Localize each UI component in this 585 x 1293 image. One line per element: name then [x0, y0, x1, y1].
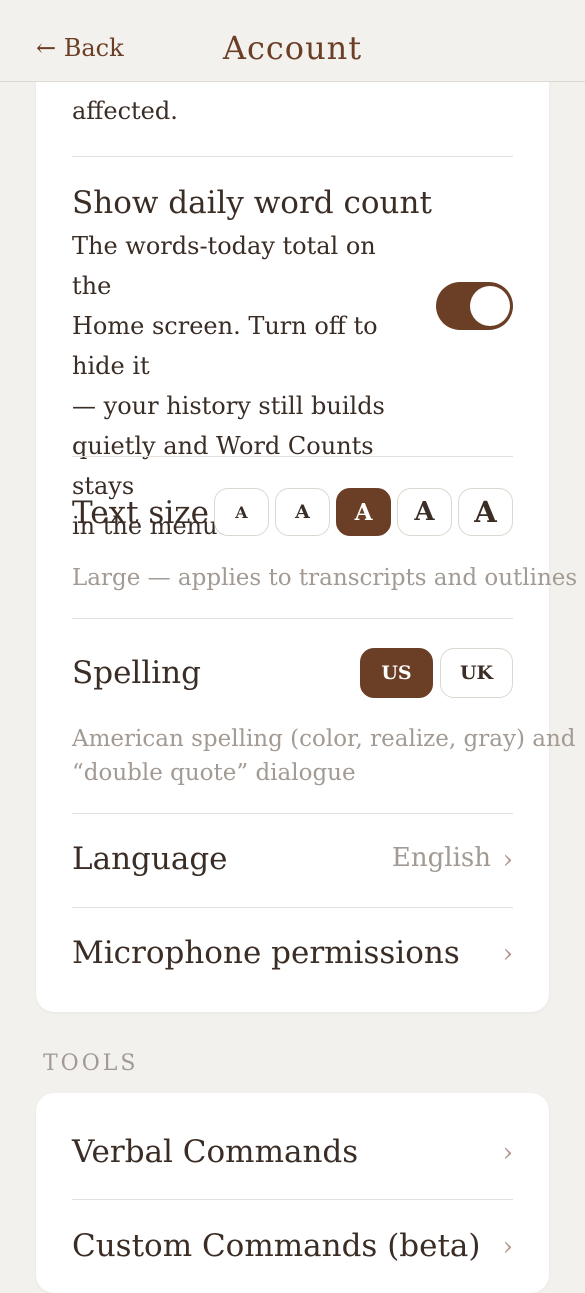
account-settings-card: affected. Show daily word count The word… [36, 50, 577, 1012]
divider [72, 156, 513, 157]
tools-card: Verbal Commands › Custom Commands (beta)… [36, 1093, 549, 1293]
spelling-option-uk[interactable]: UK [440, 648, 513, 698]
microphone-permissions-title: Microphone permissions [72, 935, 460, 971]
daily-word-count-title: Show daily word count [72, 185, 432, 221]
divider [72, 813, 513, 814]
spelling-options: US UK [360, 648, 513, 698]
divider [72, 907, 513, 908]
text-size-option-xs[interactable]: A [214, 488, 269, 536]
spelling-option-us[interactable]: US [360, 648, 433, 698]
toggle-knob [470, 286, 510, 326]
chevron-right-icon: › [502, 845, 513, 875]
text-size-option-xl[interactable]: A [397, 488, 452, 536]
daily-word-count-toggle[interactable] [436, 282, 513, 330]
language-value: English [391, 843, 491, 873]
chevron-right-icon: › [502, 1232, 513, 1262]
custom-commands-row[interactable]: Custom Commands (beta) › [72, 1227, 513, 1271]
chevron-right-icon: › [502, 1138, 513, 1168]
divider [72, 456, 513, 457]
previous-setting-description: affected. [72, 97, 178, 125]
page-title: Account [222, 29, 363, 67]
text-size-option-l[interactable]: A [336, 488, 391, 536]
text-size-option-s[interactable]: A [275, 488, 330, 536]
verbal-commands-title: Verbal Commands [72, 1134, 359, 1170]
divider [72, 1199, 513, 1200]
text-size-caption: Large — applies to transcripts and outli… [72, 565, 578, 591]
text-size-setting: Text size A A A A A Large — applies to t… [72, 488, 577, 598]
text-size-options: A A A A A [214, 488, 513, 536]
chevron-right-icon: › [502, 939, 513, 969]
top-bar: ← Back Account [0, 0, 585, 82]
text-size-option-xxl[interactable]: A [458, 488, 513, 536]
divider [72, 618, 513, 619]
microphone-permissions-row[interactable]: Microphone permissions › [72, 934, 513, 978]
spelling-caption: American spelling (color, realize, gray)… [72, 726, 576, 786]
verbal-commands-row[interactable]: Verbal Commands › [72, 1133, 513, 1177]
custom-commands-title: Custom Commands (beta) [72, 1228, 481, 1264]
tools-section-label: TOOLS [43, 1051, 139, 1076]
language-row[interactable]: Language English › [72, 840, 513, 884]
spelling-setting: Spelling US UK American spelling (color,… [72, 648, 575, 788]
